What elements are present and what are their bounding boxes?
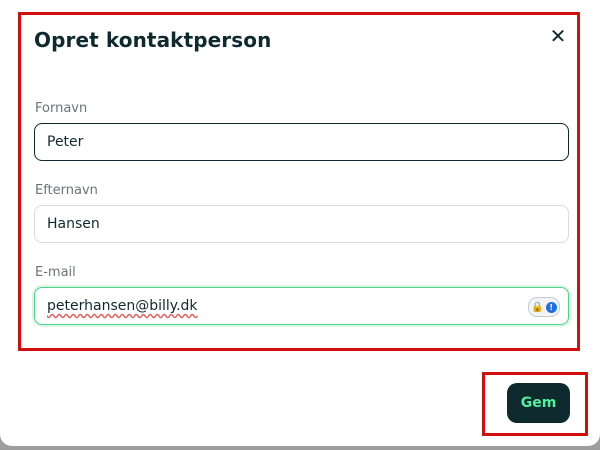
dialog-title: Opret kontaktperson — [34, 28, 272, 52]
first-name-field[interactable]: Peter — [34, 123, 569, 161]
first-name-label: Fornavn — [35, 101, 88, 116]
last-name-label: Efternavn — [35, 183, 98, 198]
info-icon: ! — [545, 301, 557, 313]
lock-icon: 🔒 — [531, 301, 544, 313]
password-manager-icon[interactable]: 🔒 ! — [528, 297, 560, 317]
last-name-value: Hansen — [47, 216, 100, 232]
create-contact-dialog: Opret kontaktperson ✕ Fornavn Peter Efte… — [0, 0, 600, 446]
email-label: E-mail — [35, 265, 76, 280]
last-name-field[interactable]: Hansen — [34, 205, 569, 243]
save-button[interactable]: Gem — [507, 383, 570, 423]
close-icon[interactable]: ✕ — [548, 26, 568, 46]
email-field[interactable]: peterhansen@billy.dk 🔒 ! — [34, 287, 569, 325]
email-value: peterhansen@billy.dk — [47, 298, 198, 314]
first-name-value: Peter — [47, 134, 84, 150]
